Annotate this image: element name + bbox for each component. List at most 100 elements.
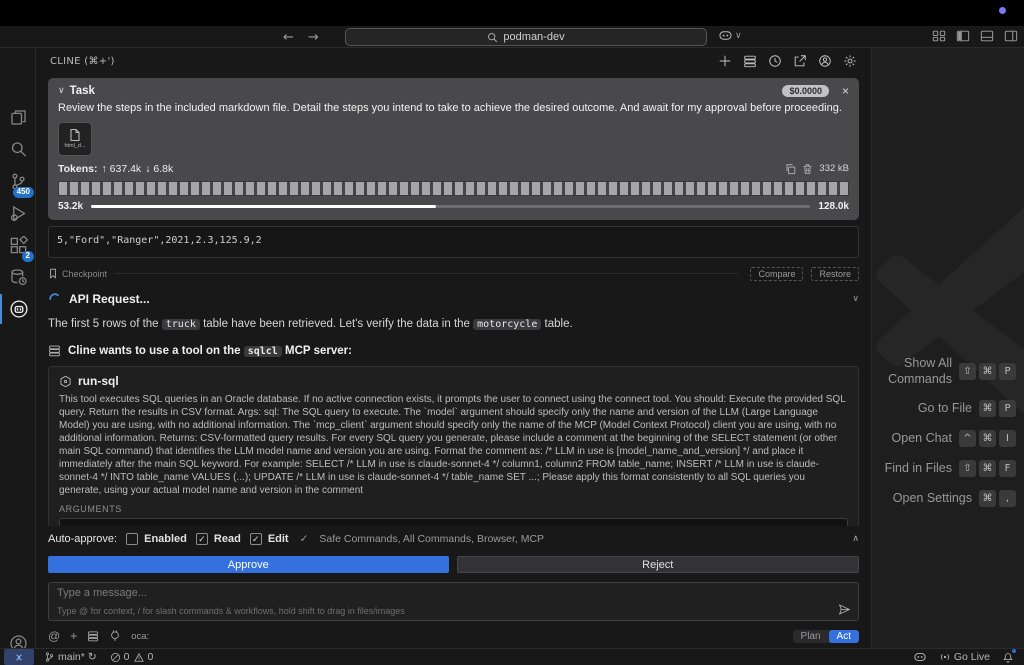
- new-task-icon[interactable]: [718, 54, 732, 68]
- go-live-label: Go Live: [953, 651, 990, 663]
- shortcut-row: Go to File ⌘ P: [872, 400, 1016, 418]
- back-icon[interactable]: ←: [283, 30, 294, 45]
- sidebar-item-extensions[interactable]: 2: [0, 230, 36, 262]
- copy-icon[interactable]: [785, 163, 796, 175]
- sql-result-block[interactable]: 5,"Ford","Ranger",2021,2.3,125.9,2: [48, 225, 859, 258]
- input-hint: Type @ for context, / for slash commands…: [57, 606, 405, 616]
- message-input[interactable]: Type a message... Type @ for context, / …: [48, 582, 859, 621]
- open-in-editor-icon[interactable]: [793, 54, 807, 68]
- trash-icon[interactable]: [802, 163, 813, 175]
- edit-checkbox[interactable]: ✓: [249, 533, 262, 545]
- sidebar-item-source-control[interactable]: 450: [0, 166, 36, 198]
- broadcast-icon: [940, 654, 949, 660]
- remote-indicator[interactable]: [4, 649, 34, 665]
- editor-area: Show All Commands ⇧ ⌘ P Go to File ⌘ P Open…: [872, 48, 1024, 648]
- add-icon[interactable]: +: [70, 629, 77, 643]
- command-center-search[interactable]: podman-dev: [345, 28, 707, 46]
- keycap: ⇧: [959, 460, 976, 478]
- tool-use-header: Cline wants to use a tool on the sqlcl M…: [48, 344, 859, 357]
- notifications-button[interactable]: [1002, 649, 1016, 663]
- shortcut-row: Open Chat ^ ⌘ I: [872, 430, 1016, 448]
- model-selector[interactable]: oca:: [131, 631, 149, 642]
- plan-mode-button[interactable]: Plan: [793, 630, 829, 643]
- shortcut-label: Go to File: [917, 400, 972, 415]
- remote-icon: [16, 653, 22, 661]
- checkpoint-row: Checkpoint Compare Restore: [48, 266, 859, 281]
- status-bar: main* ↻ 0 0 Go Live: [0, 648, 1024, 665]
- go-live-button[interactable]: Go Live: [939, 651, 990, 663]
- arguments-json[interactable]: { "sql": "SELECT * FROM motorcycle FETCH…: [59, 518, 848, 526]
- reject-button[interactable]: Reject: [456, 556, 859, 573]
- shortcut-row: Open Settings ⌘,: [872, 490, 1016, 508]
- server-icon[interactable]: [87, 630, 99, 642]
- history-icon[interactable]: [768, 54, 782, 68]
- arguments-label: ARGUMENTS: [59, 504, 122, 515]
- customize-layout-icon[interactable]: [932, 29, 946, 43]
- sidebar-item-database[interactable]: [0, 262, 36, 292]
- panel-header: CLINE (⌘+'): [36, 48, 871, 74]
- forward-icon[interactable]: →: [308, 30, 319, 45]
- compare-button[interactable]: Compare: [750, 266, 804, 281]
- toggle-primary-sidebar-icon[interactable]: [956, 29, 970, 43]
- message-text: The first 5 rows of the: [48, 317, 162, 330]
- scm-badge: 450: [12, 187, 34, 198]
- enabled-checkbox[interactable]: [126, 533, 139, 545]
- problems-indicator[interactable]: 0 0: [110, 651, 153, 663]
- sidebar-item-cline[interactable]: [0, 294, 36, 324]
- notification-dot: [1012, 649, 1016, 653]
- keycap: ⌘: [979, 363, 996, 381]
- sidebar-item-run-debug[interactable]: [0, 198, 36, 228]
- chevron-down-icon[interactable]: ∨: [58, 86, 65, 96]
- settings-gear-icon[interactable]: [843, 54, 857, 68]
- tokens-label: Tokens:: [58, 162, 98, 175]
- sidebar-item-search[interactable]: [0, 134, 36, 164]
- check-icon: ✓: [198, 533, 206, 544]
- restore-button[interactable]: Restore: [811, 266, 859, 281]
- check-icon: ✓: [252, 533, 260, 544]
- plug-icon[interactable]: [109, 630, 121, 642]
- toggle-secondary-sidebar-icon[interactable]: [1004, 29, 1018, 43]
- message-text: table.: [541, 317, 573, 330]
- copilot-menu[interactable]: ∨: [718, 29, 742, 42]
- sync-icon[interactable]: ↻: [88, 651, 97, 663]
- input-placeholder: Type a message...: [57, 587, 147, 599]
- toggle-panel-icon[interactable]: [980, 29, 994, 43]
- chevron-up-icon[interactable]: ∧: [852, 534, 859, 544]
- spinner-icon: [49, 293, 59, 300]
- database-icon: [10, 268, 27, 285]
- shortcut-label: Open Settings: [892, 490, 972, 505]
- keycap: ⇧: [959, 363, 976, 381]
- auto-approve-row[interactable]: Auto-approve: Enabled ✓ Read ✓ Edit ✓ Sa…: [48, 526, 859, 552]
- mcp-servers-icon[interactable]: [743, 54, 757, 68]
- chevron-down-icon: ∨: [735, 30, 742, 40]
- table-name-chip: truck: [161, 318, 200, 330]
- token-usage-bar: [58, 180, 849, 196]
- send-icon[interactable]: [838, 603, 851, 616]
- cost-badge[interactable]: $0.0000: [782, 85, 829, 97]
- tool-card: run-sql This tool executes SQL queries i…: [48, 366, 859, 526]
- warning-icon: [133, 652, 144, 662]
- context-used: 53.2k: [58, 200, 84, 212]
- account-icon[interactable]: [818, 54, 832, 68]
- menubar-status-dot: [999, 7, 1006, 14]
- search-icon: [488, 32, 498, 42]
- error-count: 0: [123, 651, 130, 663]
- mention-icon[interactable]: @: [48, 629, 60, 643]
- approve-button[interactable]: Approve: [48, 556, 449, 573]
- act-mode-button[interactable]: Act: [828, 629, 859, 643]
- sql-result-line: 5,"Ford","Ranger",2021,2.3,125.9,2: [57, 234, 262, 246]
- mode-toggle: Plan Act: [792, 629, 859, 643]
- sidebar-item-explorer[interactable]: [0, 102, 36, 132]
- close-icon[interactable]: ×: [842, 84, 849, 98]
- titlebar: ← → podman-dev ∨: [0, 26, 1024, 48]
- auto-approve-summary: Safe Commands, All Commands, Browser, MC…: [319, 533, 545, 545]
- copilot-icon[interactable]: [913, 651, 927, 663]
- api-request-row[interactable]: API Request... ∨: [48, 292, 859, 306]
- branch-name: main*: [58, 651, 85, 663]
- assistant-message: The first 5 rows of the truck table have…: [48, 317, 859, 333]
- chevron-down-icon[interactable]: ∨: [852, 294, 859, 304]
- attached-file-chip[interactable]: html_d...: [58, 121, 92, 156]
- read-checkbox[interactable]: ✓: [195, 533, 208, 545]
- chat-scroll-area[interactable]: ∨ Task $0.0000 × Review the steps in the…: [36, 74, 871, 526]
- branch-indicator[interactable]: main* ↻: [44, 651, 97, 663]
